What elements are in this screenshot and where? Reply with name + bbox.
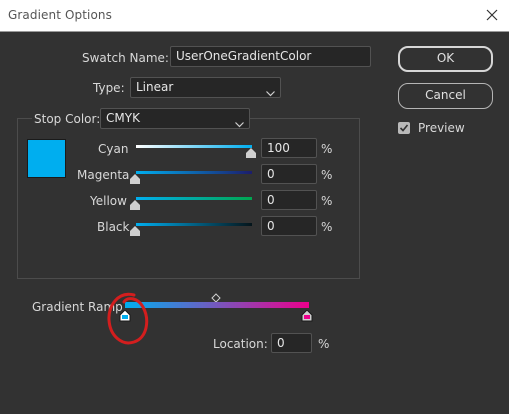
gradient-stop-end[interactable] — [301, 309, 313, 325]
window-title: Gradient Options — [8, 8, 112, 22]
close-icon[interactable] — [483, 6, 501, 24]
checkmark-icon — [399, 124, 409, 132]
location-percent: % — [318, 337, 330, 351]
black-slider-thumb[interactable] — [130, 225, 140, 239]
cyan-input[interactable]: 100 — [261, 138, 317, 158]
magenta-slider-thumb[interactable] — [130, 173, 140, 187]
type-label: Type: — [93, 81, 125, 95]
chevron-down-icon — [235, 115, 244, 134]
type-select[interactable]: Linear — [130, 77, 281, 98]
title-bar: Gradient Options — [0, 0, 509, 32]
black-input[interactable]: 0 — [261, 216, 317, 236]
magenta-percent: % — [321, 168, 333, 182]
yellow-percent: % — [321, 194, 333, 208]
magenta-input[interactable]: 0 — [261, 164, 317, 184]
black-label: Black — [97, 220, 130, 234]
swatch-name-input[interactable]: UserOneGradientColor — [170, 46, 371, 67]
stop-color-select-value: CMYK — [106, 111, 140, 125]
color-swatch — [27, 139, 66, 178]
annotation-circle — [104, 290, 152, 351]
cancel-button[interactable]: Cancel — [398, 83, 493, 109]
yellow-slider[interactable] — [136, 197, 252, 200]
magenta-slider[interactable] — [136, 171, 252, 174]
type-select-value: Linear — [136, 80, 174, 94]
stop-color-label: Stop Color: — [32, 112, 103, 126]
preview-checkbox[interactable] — [398, 122, 410, 134]
chevron-down-icon — [266, 84, 275, 103]
cyan-slider-thumb[interactable] — [246, 147, 256, 161]
stop-color-select[interactable]: CMYK — [100, 108, 250, 129]
gradient-ramp[interactable] — [125, 302, 309, 308]
cyan-slider[interactable] — [136, 145, 252, 148]
black-percent: % — [321, 220, 333, 234]
preview-label[interactable]: Preview — [418, 121, 465, 135]
cyan-label: Cyan — [98, 142, 129, 156]
yellow-slider-thumb[interactable] — [130, 199, 140, 213]
swatch-name-label: Swatch Name: — [82, 51, 169, 65]
location-input[interactable]: 0 — [271, 333, 312, 353]
ok-button[interactable]: OK — [398, 46, 493, 72]
yellow-label: Yellow — [90, 194, 127, 208]
location-label: Location: — [213, 337, 268, 351]
magenta-label: Magenta — [77, 168, 130, 182]
black-slider[interactable] — [136, 223, 252, 226]
cyan-percent: % — [321, 142, 333, 156]
yellow-input[interactable]: 0 — [261, 190, 317, 210]
